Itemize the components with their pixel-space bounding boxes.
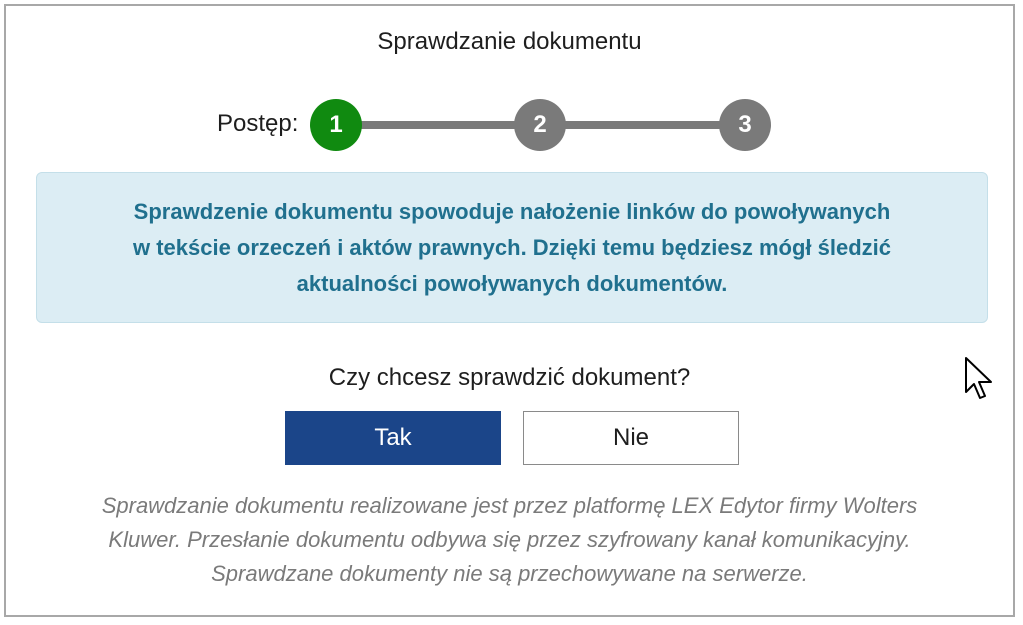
progress-connector-1-2 (354, 121, 524, 129)
footnote-line-1: Sprawdzanie dokumentu realizowane jest p… (101, 493, 918, 518)
mouse-pointer-icon (965, 357, 992, 399)
check-document-dialog: Sprawdzanie dokumentu Postęp: 1 2 3 Spra… (4, 4, 1015, 617)
progress-step-1: 1 (310, 99, 362, 151)
info-message: Sprawdzenie dokumentu spowoduje nałożeni… (133, 194, 891, 302)
no-button[interactable]: Nie (523, 411, 739, 465)
yes-button[interactable]: Tak (285, 411, 501, 465)
info-line-3: aktualności powoływanych dokumentów. (296, 270, 728, 296)
progress-connector-2-3 (558, 121, 728, 129)
dialog-title: Sprawdzanie dokumentu (377, 28, 642, 55)
question-text: Czy chcesz sprawdzić dokument? (328, 364, 691, 391)
info-line-2: w tekście orzeczeń i aktów prawnych. Dzi… (132, 234, 892, 260)
info-box: Sprawdzenie dokumentu spowoduje nałożeni… (36, 172, 988, 323)
info-line-1: Sprawdzenie dokumentu spowoduje nałożeni… (133, 198, 891, 224)
footnote-line-2: Kluwer. Przesłanie dokumentu odbywa się … (108, 527, 911, 552)
footnote: Sprawdzanie dokumentu realizowane jest p… (26, 489, 993, 591)
progress-label: Postęp: (217, 110, 299, 137)
footnote-line-3: Sprawdzane dokumenty nie są przechowywan… (211, 561, 808, 586)
progress-step-3: 3 (719, 99, 771, 151)
progress-step-2: 2 (514, 99, 566, 151)
